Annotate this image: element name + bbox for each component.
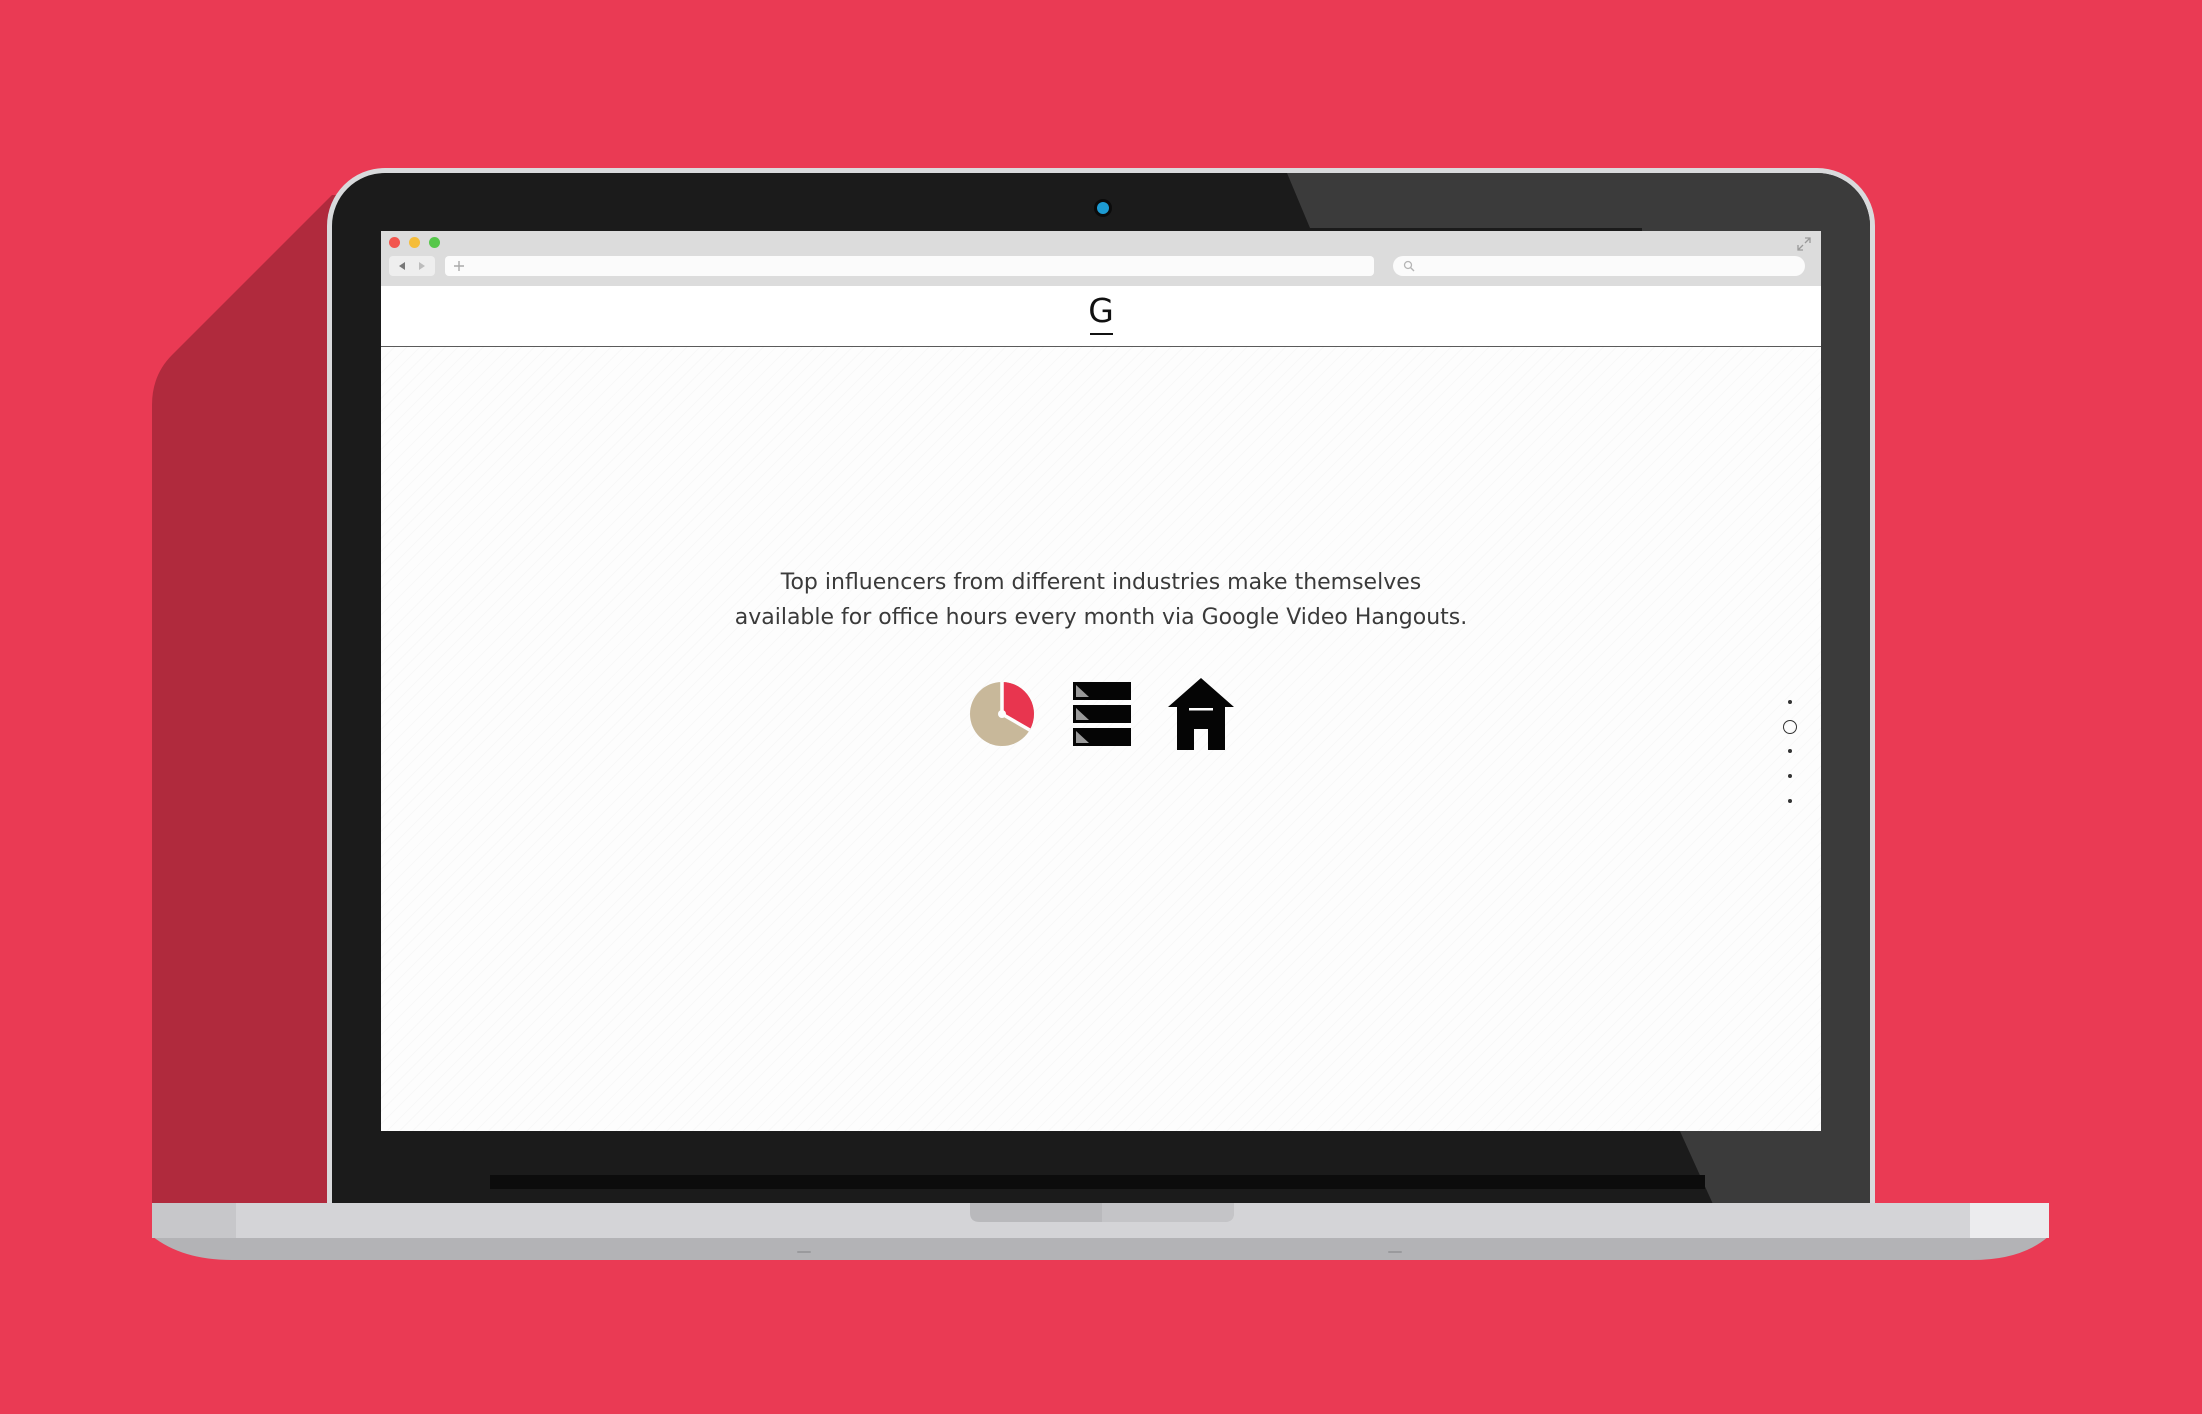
search-bar[interactable] bbox=[1393, 256, 1805, 276]
hero-section: Top influencers from different industrie… bbox=[381, 347, 1821, 1131]
address-bar[interactable] bbox=[445, 256, 1374, 276]
tagline-line-1: Top influencers from different industrie… bbox=[780, 570, 1422, 595]
minimize-window-button[interactable] bbox=[409, 237, 420, 248]
hinge-strip bbox=[490, 1175, 1705, 1189]
servers-icon bbox=[1073, 682, 1131, 746]
plus-icon[interactable] bbox=[453, 260, 465, 272]
maximize-window-button[interactable] bbox=[429, 237, 440, 248]
search-icon bbox=[1403, 260, 1415, 272]
page-dot[interactable] bbox=[1788, 774, 1792, 778]
logo-underline bbox=[1090, 333, 1113, 335]
site-logo[interactable]: G bbox=[1081, 292, 1121, 330]
expand-icon[interactable] bbox=[1797, 237, 1811, 251]
page-dot[interactable] bbox=[1788, 799, 1792, 803]
forward-icon[interactable] bbox=[417, 261, 427, 271]
site-header: G bbox=[381, 286, 1821, 347]
back-icon[interactable] bbox=[397, 261, 407, 271]
tagline-line-2: available for office hours every month v… bbox=[734, 605, 1468, 630]
page-dot-active[interactable] bbox=[1783, 720, 1797, 734]
close-window-button[interactable] bbox=[389, 237, 400, 248]
nav-buttons bbox=[389, 256, 435, 276]
laptop-screen: G Top influencers from different industr… bbox=[381, 231, 1821, 1131]
pie-chart-icon bbox=[970, 682, 1034, 746]
page-pagination bbox=[1782, 700, 1798, 810]
page-dot[interactable] bbox=[1788, 749, 1792, 753]
page-dot[interactable] bbox=[1788, 700, 1792, 704]
hero-tagline: Top influencers from different industrie… bbox=[701, 565, 1501, 635]
house-icon bbox=[1168, 678, 1234, 750]
browser-chrome bbox=[381, 231, 1821, 286]
laptop-base bbox=[152, 1203, 2049, 1260]
webcam bbox=[1097, 202, 1109, 214]
